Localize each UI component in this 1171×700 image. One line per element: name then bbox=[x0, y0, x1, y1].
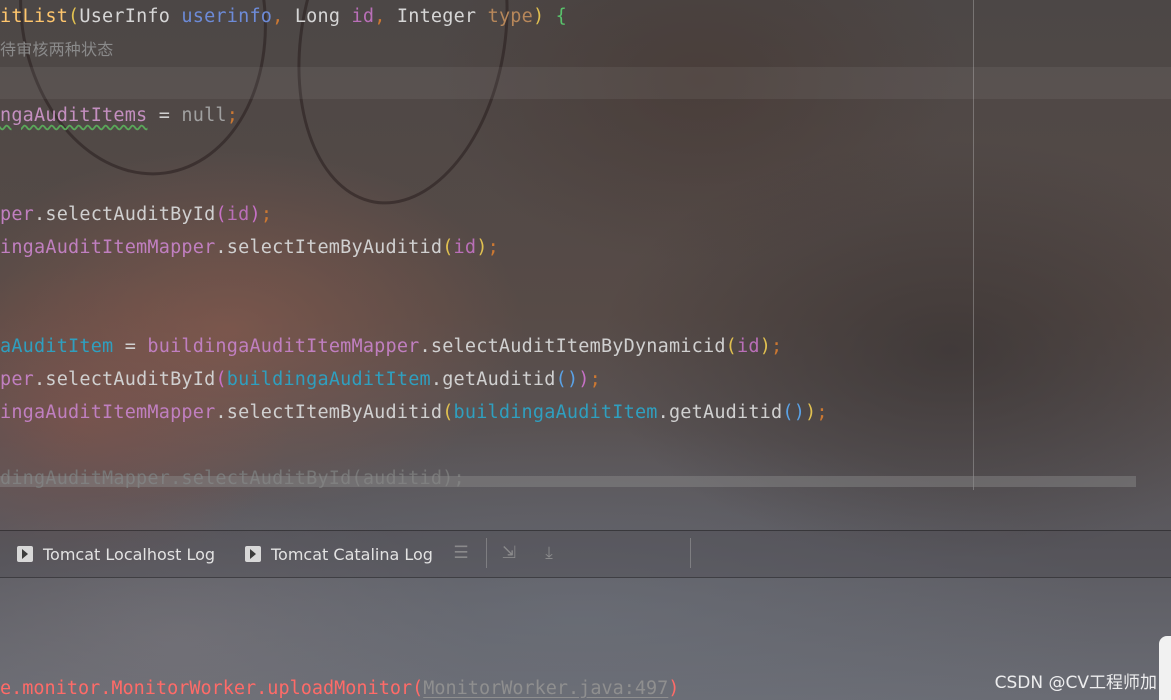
paren: ) bbox=[668, 678, 680, 699]
paren: ( bbox=[442, 237, 454, 258]
code-editor[interactable]: itList(UserInfo userinfo, Long id, Integ… bbox=[0, 0, 1171, 530]
paren: ) bbox=[532, 6, 556, 27]
side-panel-tab[interactable] bbox=[1159, 636, 1171, 700]
param-name: userinfo bbox=[181, 6, 273, 27]
operator: = bbox=[147, 105, 182, 126]
horizontal-scrollbar[interactable] bbox=[0, 476, 1136, 487]
paren: () bbox=[782, 402, 806, 423]
source-location-link[interactable]: MonitorWorker.java:497 bbox=[423, 678, 668, 699]
type-name: UserInfo bbox=[79, 6, 182, 27]
semicolon: ; bbox=[589, 369, 601, 390]
paren: ) bbox=[578, 369, 590, 390]
toolbar-separator bbox=[690, 538, 691, 568]
paren: ( bbox=[68, 6, 80, 27]
method-call: selectAuditById bbox=[45, 369, 216, 390]
code-line-7[interactable]: per.selectAuditById(buildingaAuditItem.g… bbox=[0, 368, 601, 392]
tab-label: Tomcat Localhost Log bbox=[43, 544, 216, 564]
dot: . bbox=[430, 369, 443, 390]
dot: . bbox=[34, 204, 46, 225]
paren: ( bbox=[725, 336, 738, 357]
code-line-6[interactable]: aAuditItem = buildingaAuditItemMapper.se… bbox=[0, 335, 782, 359]
paren: ( bbox=[412, 678, 424, 699]
method-call: selectAuditItemByDynamicid bbox=[430, 336, 726, 357]
dot: . bbox=[657, 402, 669, 423]
field-name: per bbox=[0, 204, 35, 225]
type-name: Integer bbox=[396, 6, 488, 27]
current-line-highlight bbox=[0, 67, 1171, 99]
dot: . bbox=[215, 237, 227, 258]
paren: ) bbox=[759, 336, 772, 357]
method-call: selectAuditById bbox=[45, 204, 216, 225]
semicolon: ; bbox=[771, 336, 783, 357]
local-variable: buildingaAuditItem bbox=[226, 369, 431, 390]
param-name: type bbox=[487, 6, 533, 27]
variable-name: ngaAuditItems bbox=[0, 105, 148, 126]
code-line-3[interactable]: ngaAuditItems = null; bbox=[0, 104, 238, 128]
semicolon: ; bbox=[226, 105, 239, 126]
toolbar-separator bbox=[486, 538, 487, 568]
download-icon[interactable]: ⤓ bbox=[540, 544, 558, 562]
scroll-to-end-icon[interactable]: ⇲ bbox=[500, 544, 518, 562]
brace: { bbox=[555, 6, 568, 27]
operator: = bbox=[113, 336, 148, 357]
code-comment[interactable]: 待审核两种状态 bbox=[0, 38, 113, 62]
soft-wrap-icon[interactable]: ☰ bbox=[452, 544, 470, 562]
tool-window-tab-bar: Tomcat Localhost Log Tomcat Catalina Log bbox=[0, 530, 1171, 578]
paren: ( bbox=[215, 204, 227, 225]
field-name: ingaAuditItemMapper bbox=[0, 402, 216, 423]
code-line-4[interactable]: per.selectAuditById(id); bbox=[0, 203, 272, 227]
param-name: id bbox=[351, 6, 375, 27]
argument: id bbox=[453, 237, 477, 258]
console-icon bbox=[17, 546, 33, 562]
code-line-5[interactable]: ingaAuditItemMapper.selectItemByAuditid(… bbox=[0, 236, 499, 260]
field-name: per bbox=[0, 369, 35, 390]
comma: , bbox=[374, 6, 397, 27]
dot: . bbox=[419, 336, 431, 357]
stack-frame-text: e.monitor.MonitorWorker.uploadMonitor bbox=[0, 678, 413, 699]
code-line-1[interactable]: itList(UserInfo userinfo, Long id, Integ… bbox=[0, 5, 567, 29]
field-name: ingaAuditItemMapper bbox=[0, 237, 216, 258]
tab-tomcat-catalina-log[interactable]: Tomcat Catalina Log bbox=[245, 543, 433, 565]
comma: , bbox=[272, 6, 295, 27]
console-stack-line[interactable]: e.monitor.MonitorWorker.uploadMonitor(Mo… bbox=[0, 677, 679, 700]
tab-label: Tomcat Catalina Log bbox=[271, 544, 433, 564]
method-call: selectItemByAuditid bbox=[226, 237, 443, 258]
field-name: buildingaAuditItemMapper bbox=[147, 336, 420, 357]
paren: () bbox=[555, 369, 579, 390]
paren: ) bbox=[805, 402, 817, 423]
method-call: getAuditid bbox=[668, 402, 783, 423]
paren: ( bbox=[215, 369, 227, 390]
dot: . bbox=[34, 369, 46, 390]
local-variable: buildingaAuditItem bbox=[453, 402, 658, 423]
code-line-8[interactable]: ingaAuditItemMapper.selectItemByAuditid(… bbox=[0, 401, 828, 425]
console-icon bbox=[245, 546, 261, 562]
semicolon: ; bbox=[487, 237, 499, 258]
type-name: Long bbox=[294, 6, 352, 27]
method-name: itList bbox=[0, 6, 69, 27]
method-call: selectItemByAuditid bbox=[226, 402, 443, 423]
tab-tomcat-localhost-log[interactable]: Tomcat Localhost Log bbox=[17, 543, 215, 565]
semicolon: ; bbox=[260, 204, 273, 225]
csdn-watermark: CSDN @CV工程师加 bbox=[994, 673, 1157, 693]
dot: . bbox=[215, 402, 227, 423]
argument: id bbox=[226, 204, 250, 225]
paren: ) bbox=[249, 204, 261, 225]
variable-name: aAuditItem bbox=[0, 336, 114, 357]
argument: id bbox=[737, 336, 760, 357]
method-call: getAuditid bbox=[442, 369, 556, 390]
right-margin-guide bbox=[973, 0, 974, 490]
null-literal: null bbox=[181, 105, 227, 126]
paren: ( bbox=[442, 402, 454, 423]
semicolon: ; bbox=[816, 402, 828, 423]
paren: ) bbox=[476, 237, 488, 258]
